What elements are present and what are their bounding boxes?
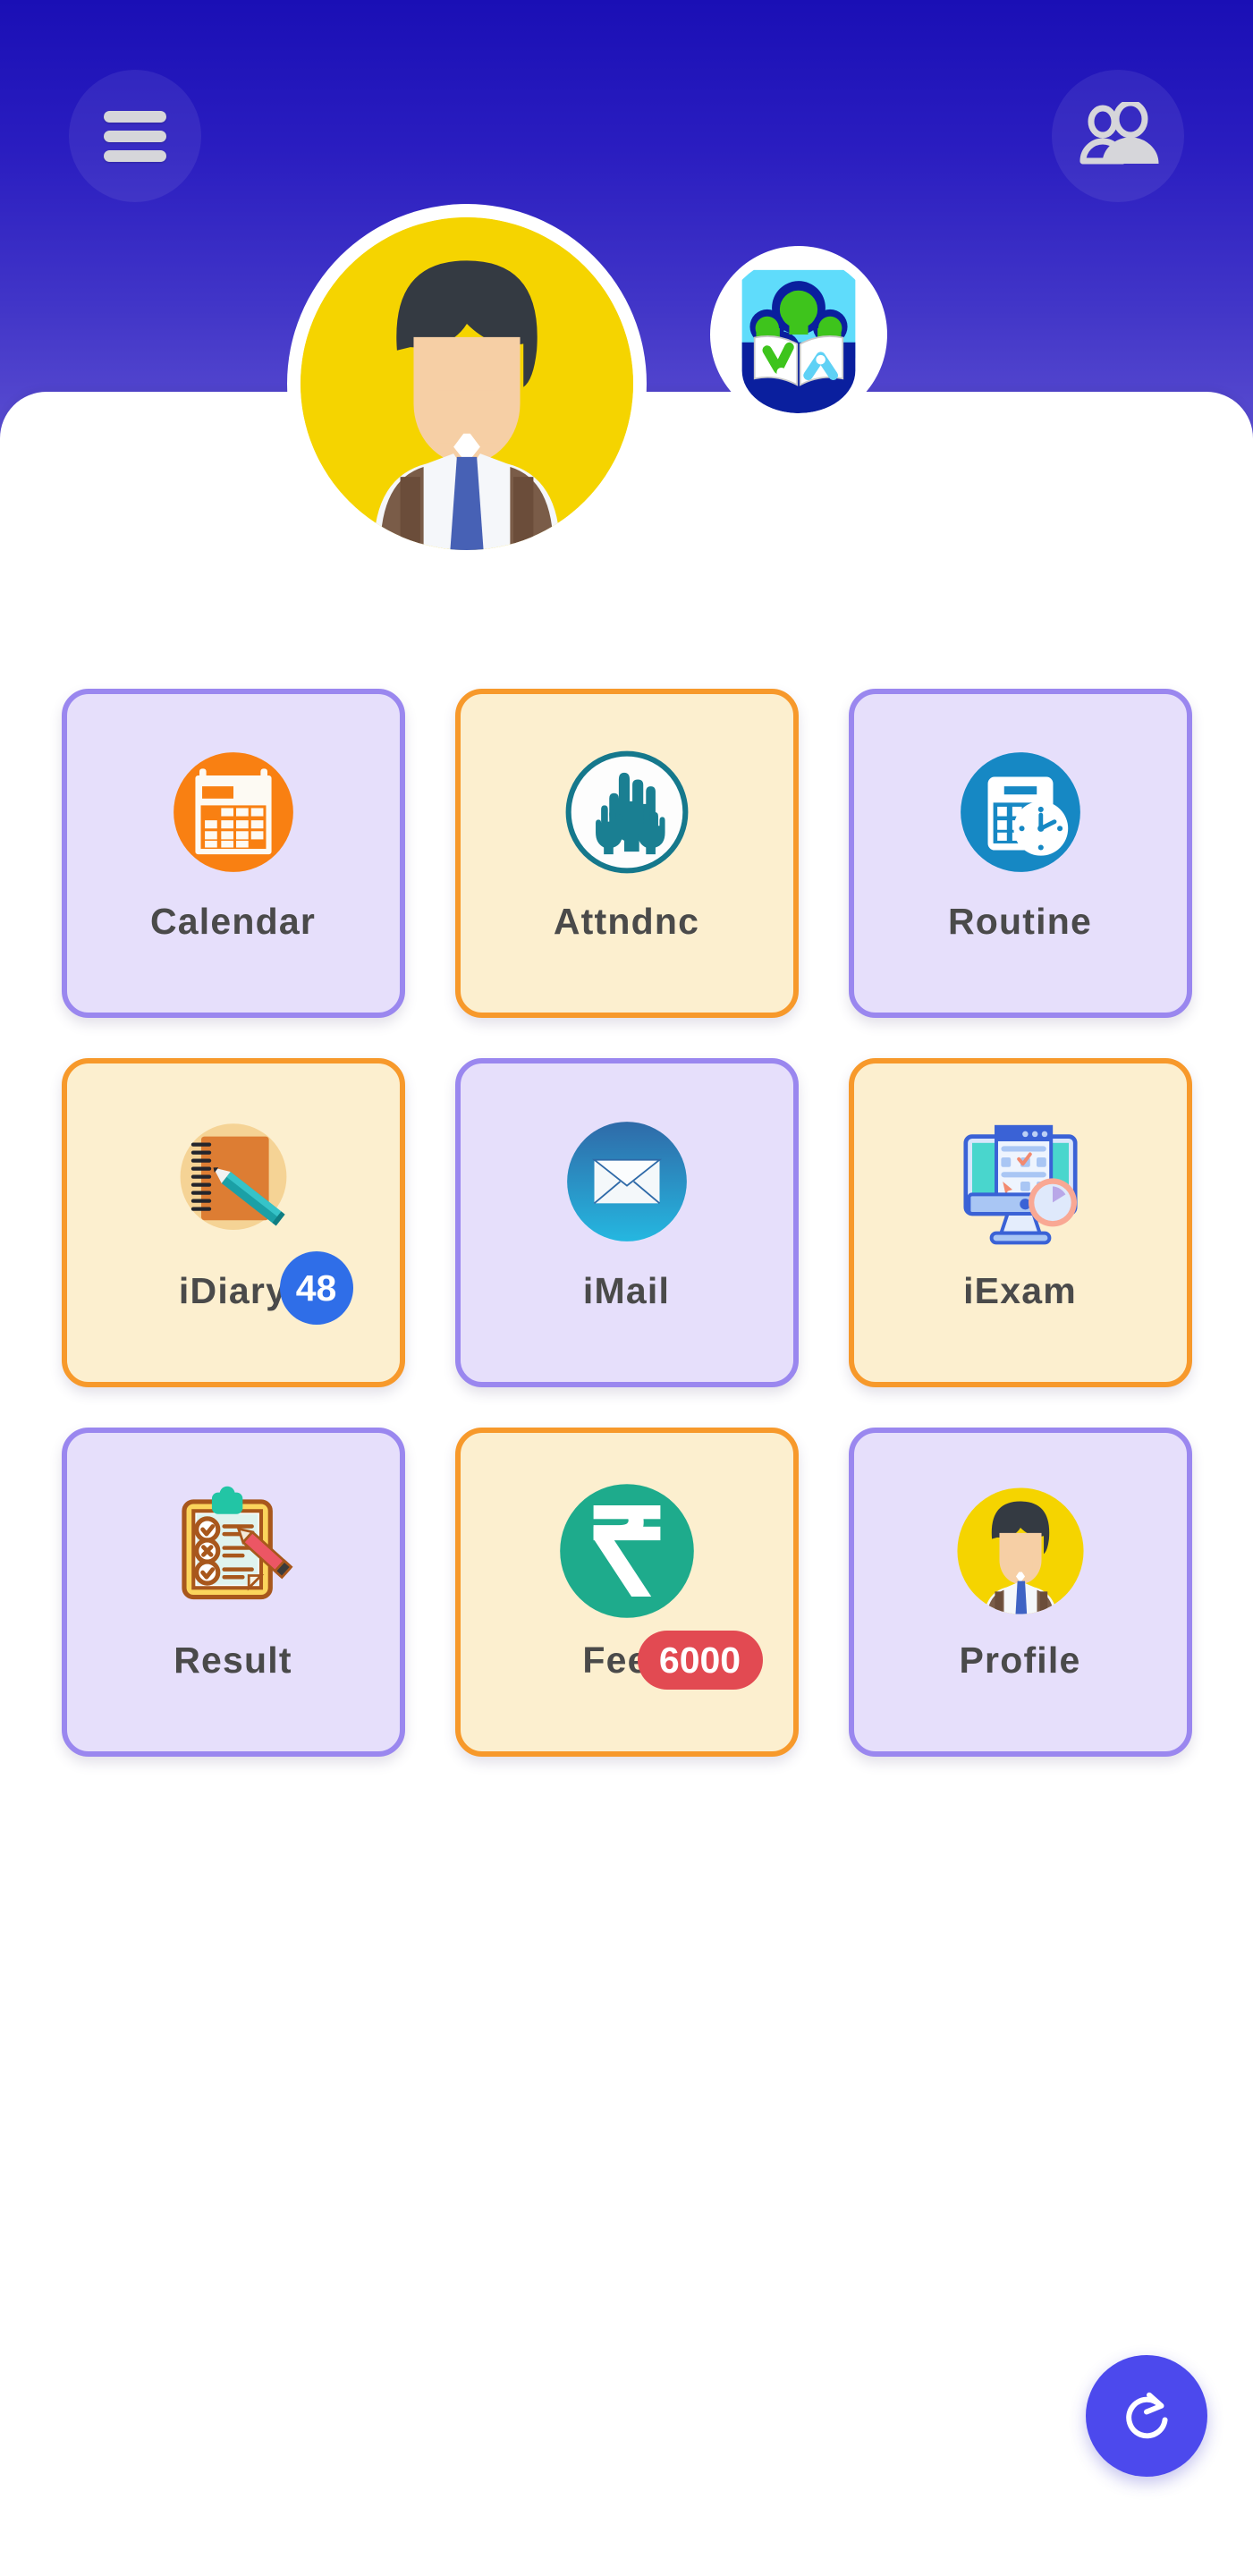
app-tile-grid: Calendar Attndnc Routine iDiary 48 iMail… xyxy=(0,689,1253,1757)
schedule-clock-icon xyxy=(940,732,1101,893)
menu-bar xyxy=(104,130,166,142)
tile-label: iDiary xyxy=(178,1270,288,1311)
rupee-coin-icon xyxy=(546,1470,707,1631)
tile-label: Calendar xyxy=(149,901,317,942)
refresh-fab-button[interactable] xyxy=(1086,2355,1207,2477)
school-crest-logo-icon xyxy=(741,269,856,413)
tile-profile[interactable]: Profile xyxy=(848,1428,1192,1757)
refresh-rotate-icon xyxy=(1126,2392,1168,2439)
menu-bar xyxy=(104,149,166,162)
tile-fees[interactable]: Fees 6000 xyxy=(454,1428,799,1757)
people-group-icon xyxy=(1079,102,1159,165)
fees-amount-badge: 6000 xyxy=(637,1631,763,1690)
notebook-pencil-icon xyxy=(153,1101,314,1262)
tile-result[interactable]: Result xyxy=(61,1428,405,1757)
tile-label: Routine xyxy=(948,901,1092,942)
tile-imail[interactable]: iMail xyxy=(454,1058,799,1387)
tile-label: iMail xyxy=(582,1270,671,1311)
envelope-icon xyxy=(546,1101,707,1262)
hamburger-menu-button[interactable] xyxy=(69,70,201,202)
school-logo[interactable] xyxy=(710,246,887,423)
tile-calendar[interactable]: Calendar xyxy=(61,689,405,1018)
tile-iexam[interactable]: iExam xyxy=(848,1058,1192,1387)
tile-routine[interactable]: Routine xyxy=(848,689,1192,1018)
tile-attendance[interactable]: Attndnc xyxy=(454,689,799,1018)
menu-bar xyxy=(104,110,166,123)
switch-user-button[interactable] xyxy=(1052,70,1184,202)
tile-idiary[interactable]: iDiary 48 xyxy=(61,1058,405,1387)
tile-label: Result xyxy=(174,1640,292,1681)
calendar-icon xyxy=(153,732,314,893)
monitor-exam-clock-icon xyxy=(940,1101,1101,1262)
tile-label: Profile xyxy=(959,1640,1081,1681)
student-avatar-icon xyxy=(301,217,633,550)
tile-label: iExam xyxy=(963,1270,1077,1311)
raised-hands-icon xyxy=(546,732,707,893)
clipboard-checklist-icon xyxy=(153,1470,314,1631)
app-root: Calendar Attndnc Routine iDiary 48 iMail… xyxy=(0,0,1253,2576)
user-profile-icon xyxy=(940,1470,1101,1631)
idiary-count-badge: 48 xyxy=(279,1251,353,1325)
tile-label: Attndnc xyxy=(553,901,700,942)
hamburger-menu-icon xyxy=(104,103,166,170)
student-avatar-button[interactable] xyxy=(287,204,647,564)
